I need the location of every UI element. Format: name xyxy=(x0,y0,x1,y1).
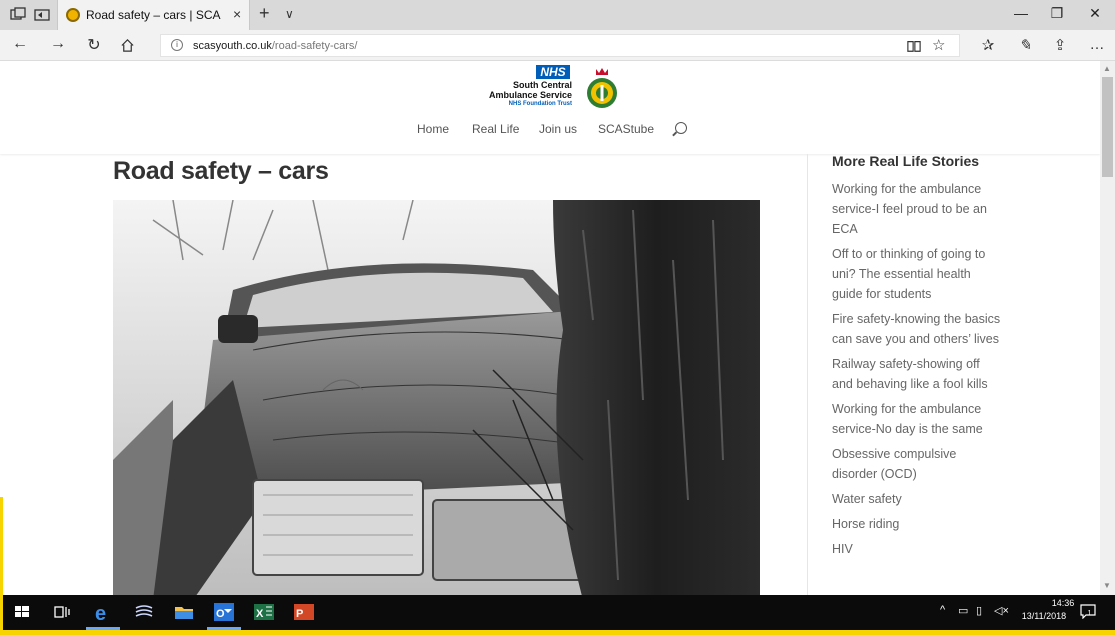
file-explorer-icon[interactable] xyxy=(172,600,196,624)
clock-date[interactable]: 13/11/2018 xyxy=(1014,611,1074,621)
tab-title: Road safety – cars | SCA xyxy=(86,8,221,22)
home-icon[interactable] xyxy=(120,38,135,53)
scroll-thumb[interactable] xyxy=(1102,77,1113,177)
browser-tab-bar: Road safety – cars | SCA × + ∨ — ❐ ✕ xyxy=(0,0,1115,30)
nav-home[interactable]: Home xyxy=(417,122,449,136)
tray-overflow-icon[interactable]: ^ xyxy=(940,604,945,616)
new-tab-icon[interactable]: + xyxy=(259,3,270,24)
site-info-icon[interactable]: i xyxy=(171,39,183,51)
scroll-down-icon[interactable]: ▼ xyxy=(1103,581,1111,590)
url-text: scasyouth.co.uk/road-safety-cars/ xyxy=(193,40,358,52)
outlook-icon[interactable]: O xyxy=(212,600,236,624)
page-scrollbar[interactable]: ▲ ▼ xyxy=(1100,61,1115,595)
accent-strip-left xyxy=(0,497,3,635)
logo-line-3: NHS Foundation Trust xyxy=(508,101,572,107)
windows-taskbar: e O X P ^ ▭ ▯ ◁× xyxy=(0,595,1115,630)
site-header: NHS South Central Ambulance Service NHS … xyxy=(0,61,1100,154)
svg-text:X: X xyxy=(256,608,264,620)
article-title: Road safety – cars xyxy=(113,157,329,185)
sidebar-heading: More Real Life Stories xyxy=(832,153,980,169)
story-link[interactable]: Off to or thinking of going to uni? The … xyxy=(832,244,1002,304)
sidebar: More Real Life Stories Working for the a… xyxy=(832,153,1002,564)
pen-notes-icon[interactable]: ✎ xyxy=(1015,36,1035,54)
task-view-icon[interactable] xyxy=(50,600,74,624)
set-tabs-aside-icon[interactable] xyxy=(34,7,50,23)
restore-icon[interactable]: ❐ xyxy=(1047,5,1067,22)
site-favicon-icon xyxy=(66,8,80,22)
reading-view-icon[interactable] xyxy=(907,39,921,53)
logo-line-2: Ambulance Service xyxy=(488,90,572,100)
network-icon[interactable]: ▯ xyxy=(976,604,982,617)
story-link[interactable]: Fire safety-knowing the basics can save … xyxy=(832,309,1002,349)
svg-text:O: O xyxy=(216,608,225,620)
favorites-hub-icon[interactable]: ✰ xyxy=(978,36,998,54)
svg-text:e: e xyxy=(95,603,106,624)
scroll-up-icon[interactable]: ▲ xyxy=(1103,64,1111,73)
close-window-icon[interactable]: ✕ xyxy=(1085,5,1105,22)
nav-scastube[interactable]: SCAStube xyxy=(598,122,654,136)
nav-join-us[interactable]: Join us xyxy=(539,122,577,136)
story-link[interactable]: Working for the ambulance service-No day… xyxy=(832,399,1002,439)
story-link[interactable]: Obsessive compulsive disorder (OCD) xyxy=(832,444,1002,484)
notification-count: 1 xyxy=(1088,610,1092,617)
active-tab[interactable]: Road safety – cars | SCA × xyxy=(57,0,250,30)
tab-close-icon[interactable]: × xyxy=(233,6,241,22)
edge-browser-icon[interactable]: e xyxy=(91,600,115,624)
nhs-scas-logo[interactable]: NHS South Central Ambulance Service NHS … xyxy=(480,65,630,117)
story-link[interactable]: HIV xyxy=(832,539,1002,559)
browser-address-bar: ← → ↻ i scasyouth.co.uk/road-safety-cars… xyxy=(0,30,1115,61)
powerpoint-icon[interactable]: P xyxy=(292,600,316,624)
share-icon[interactable]: ⇪ xyxy=(1050,36,1070,54)
logo-line-1: South Central xyxy=(512,80,572,90)
excel-icon[interactable]: X xyxy=(252,600,276,624)
story-link[interactable]: Horse riding xyxy=(832,514,1002,534)
notification-center-icon[interactable]: 1 xyxy=(1080,603,1096,619)
nhs-badge: NHS xyxy=(536,65,570,79)
search-icon[interactable] xyxy=(675,122,687,134)
tab-menu-chevron-icon[interactable]: ∨ xyxy=(285,7,294,21)
windows-start-icon[interactable] xyxy=(10,600,34,624)
app-icon[interactable] xyxy=(132,600,156,624)
minimize-icon[interactable]: — xyxy=(1011,5,1031,21)
tab-preview-icon[interactable] xyxy=(10,7,26,23)
story-link[interactable]: Railway safety-showing off and behaving … xyxy=(832,354,1002,394)
url-field[interactable]: i scasyouth.co.uk/road-safety-cars/ ☆ xyxy=(160,34,960,57)
forward-icon[interactable]: → xyxy=(48,35,68,53)
battery-icon[interactable]: ▭ xyxy=(958,604,968,617)
accent-strip-bottom xyxy=(0,630,1115,635)
story-link[interactable]: Water safety xyxy=(832,489,1002,509)
more-menu-icon[interactable]: … xyxy=(1087,36,1107,53)
refresh-icon[interactable]: ↻ xyxy=(84,35,104,55)
crashed-car-photo xyxy=(113,200,760,595)
web-page: NHS South Central Ambulance Service NHS … xyxy=(0,61,1100,595)
svg-text:P: P xyxy=(296,608,303,620)
favorite-star-icon[interactable]: ☆ xyxy=(932,36,945,54)
nav-real-life[interactable]: Real Life xyxy=(472,122,519,136)
crest-icon xyxy=(587,68,617,108)
sidebar-divider xyxy=(807,154,808,595)
volume-icon[interactable]: ◁× xyxy=(994,604,1009,617)
story-link[interactable]: Working for the ambulance service-I feel… xyxy=(832,179,1002,239)
back-icon[interactable]: ← xyxy=(10,35,30,53)
